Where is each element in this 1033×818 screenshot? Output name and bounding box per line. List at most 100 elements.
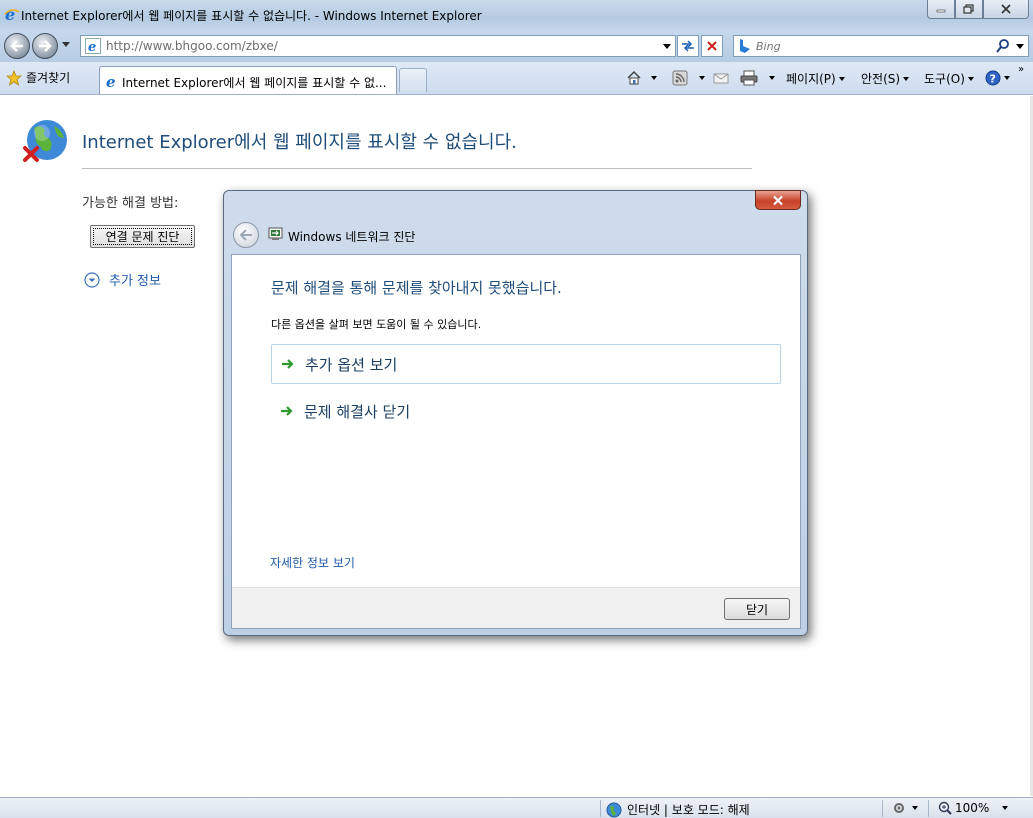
svg-text:e: e (106, 73, 116, 89)
stop-icon (707, 41, 717, 51)
window-title: Internet Explorer에서 웹 페이지를 표시할 수 없습니다. -… (21, 9, 482, 23)
home-button[interactable] (626, 70, 657, 86)
view-more-options-link[interactable]: 추가 옵션 보기 (271, 344, 781, 384)
dialog-close-button[interactable] (755, 190, 801, 210)
toolbar-overflow-chevron-icon[interactable]: » (1018, 64, 1024, 75)
address-dropdown[interactable] (663, 44, 671, 49)
printer-icon (740, 70, 758, 86)
minimize-button[interactable] (927, 0, 955, 19)
svg-text:e: e (5, 6, 15, 22)
dialog-close-text-button[interactable]: 닫기 (724, 598, 790, 620)
minimize-icon (936, 9, 946, 13)
ie-logo-icon: e (4, 5, 20, 24)
home-icon (627, 70, 641, 85)
status-bar: 인터넷 | 보호 모드: 해제 100% (0, 797, 1033, 818)
feeds-dropdown[interactable] (699, 76, 705, 80)
stop-button[interactable] (701, 35, 723, 57)
possible-solutions-label: 가능한 해결 방법: (82, 196, 179, 211)
refresh-icon (682, 40, 694, 52)
command-bar: 즐겨찾기 e Internet Explorer에서 웹 페이지를 표시할 수 … (0, 62, 1033, 95)
page-icon: e (85, 38, 101, 55)
maximize-button[interactable] (955, 0, 983, 19)
diagnose-connection-button[interactable]: 연결 문제 진단 (90, 225, 195, 248)
error-title: Internet Explorer에서 웹 페이지를 표시할 수 없습니다. (82, 132, 517, 153)
tools-menu[interactable]: 도구(O) (924, 70, 974, 87)
search-input[interactable] (756, 38, 986, 54)
page-menu-arrow-icon (838, 76, 845, 81)
page-menu[interactable]: 페이지(P) (786, 70, 845, 87)
home-dropdown[interactable] (651, 76, 657, 80)
search-icon[interactable] (996, 39, 1010, 56)
zoom-level: 100% (955, 801, 990, 815)
dialog-heading: 문제 해결을 통해 문제를 찾아내지 못했습니다. (271, 279, 562, 297)
new-tab-button[interactable] (399, 68, 427, 92)
back-button[interactable] (4, 33, 30, 59)
forward-button[interactable] (32, 33, 58, 59)
view-more-options-label: 추가 옵션 보기 (305, 355, 398, 374)
svg-text:e: e (88, 40, 96, 54)
dialog-back-button[interactable] (233, 222, 259, 248)
network-diagnostics-icon (268, 227, 284, 244)
bing-logo-icon (737, 38, 753, 57)
svg-text:?: ? (990, 73, 996, 86)
browser-tab[interactable]: e Internet Explorer에서 웹 페이지를 표시할 수 없... (99, 66, 397, 94)
help-dropdown[interactable] (1004, 76, 1010, 80)
safety-menu[interactable]: 안전(S) (861, 70, 910, 87)
network-diagnostics-dialog: Windows 네트워크 진단 문제 해결을 통해 문제를 찾아내지 못했습니다… (223, 190, 808, 636)
tools-menu-label: 도구(O) (924, 72, 965, 86)
more-info-link[interactable]: 추가 정보 (84, 270, 161, 289)
green-arrow-icon (281, 406, 293, 416)
close-troubleshooter-label: 문제 해결사 닫기 (304, 402, 411, 421)
dialog-title: Windows 네트워크 진단 (288, 230, 416, 244)
search-box[interactable] (733, 35, 1029, 57)
close-icon (1001, 4, 1011, 14)
favorites-label: 즐겨찾기 (26, 71, 71, 85)
read-mail-button[interactable] (713, 70, 729, 86)
rss-feed-icon (672, 70, 688, 86)
tab-ie-icon: e (104, 73, 120, 92)
dialog-content: 문제 해결을 통해 문제를 찾아내지 못했습니다. 다른 옵션을 살펴 보면 도… (231, 254, 801, 629)
status-divider (928, 800, 929, 817)
protected-mode-dropdown-icon (912, 806, 918, 810)
dialog-footer: 닫기 (232, 587, 800, 628)
status-divider (600, 800, 601, 817)
protected-mode-button[interactable] (892, 801, 918, 815)
chevron-down-circle-icon (84, 271, 100, 288)
star-icon (6, 69, 22, 86)
status-divider (882, 800, 883, 817)
close-icon (773, 195, 783, 205)
back-arrow-icon (239, 229, 252, 241)
favorites-button[interactable]: 즐겨찾기 (6, 69, 70, 86)
security-zone[interactable]: 인터넷 | 보호 모드: 해제 (606, 801, 750, 818)
address-row: e http://www.bhgoo.com/zbxe/ (0, 30, 1033, 62)
dialog-subtext: 다른 옵션을 살펴 보면 도움이 될 수 있습니다. (271, 318, 482, 331)
title-bar: e Internet Explorer에서 웹 페이지를 표시할 수 없습니다.… (0, 0, 1033, 30)
print-dropdown[interactable] (769, 76, 775, 80)
print-button[interactable] (740, 70, 775, 86)
search-dropdown[interactable] (1016, 44, 1024, 49)
settings-gear-icon (894, 803, 904, 813)
refresh-button[interactable] (677, 35, 699, 57)
help-button[interactable]: ? (985, 70, 1010, 86)
internet-globe-icon (606, 802, 622, 817)
safety-menu-label: 안전(S) (861, 72, 901, 86)
feeds-button[interactable] (672, 70, 705, 86)
green-arrow-icon (282, 359, 294, 369)
network-error-globe-icon (20, 118, 70, 171)
recent-pages-dropdown[interactable] (62, 42, 70, 47)
mail-icon (713, 73, 729, 84)
tab-label: Internet Explorer에서 웹 페이지를 표시할 수 없... (122, 76, 387, 90)
close-window-button[interactable] (983, 0, 1029, 19)
security-zone-label: 인터넷 | 보호 모드: 해제 (627, 803, 750, 817)
forward-arrow-icon (39, 40, 52, 52)
close-troubleshooter-link[interactable]: 문제 해결사 닫기 (271, 391, 781, 431)
address-bar[interactable]: e http://www.bhgoo.com/zbxe/ (80, 35, 676, 57)
back-arrow-icon (10, 40, 23, 52)
address-url: http://www.bhgoo.com/zbxe/ (106, 39, 278, 53)
zoom-dropdown-icon (1002, 806, 1009, 810)
view-details-link[interactable]: 자세한 정보 보기 (270, 554, 355, 571)
zoom-control[interactable]: 100% (938, 801, 1009, 815)
zoom-magnifier-icon (938, 801, 952, 815)
title-divider (82, 168, 752, 169)
safety-menu-arrow-icon (903, 76, 910, 81)
